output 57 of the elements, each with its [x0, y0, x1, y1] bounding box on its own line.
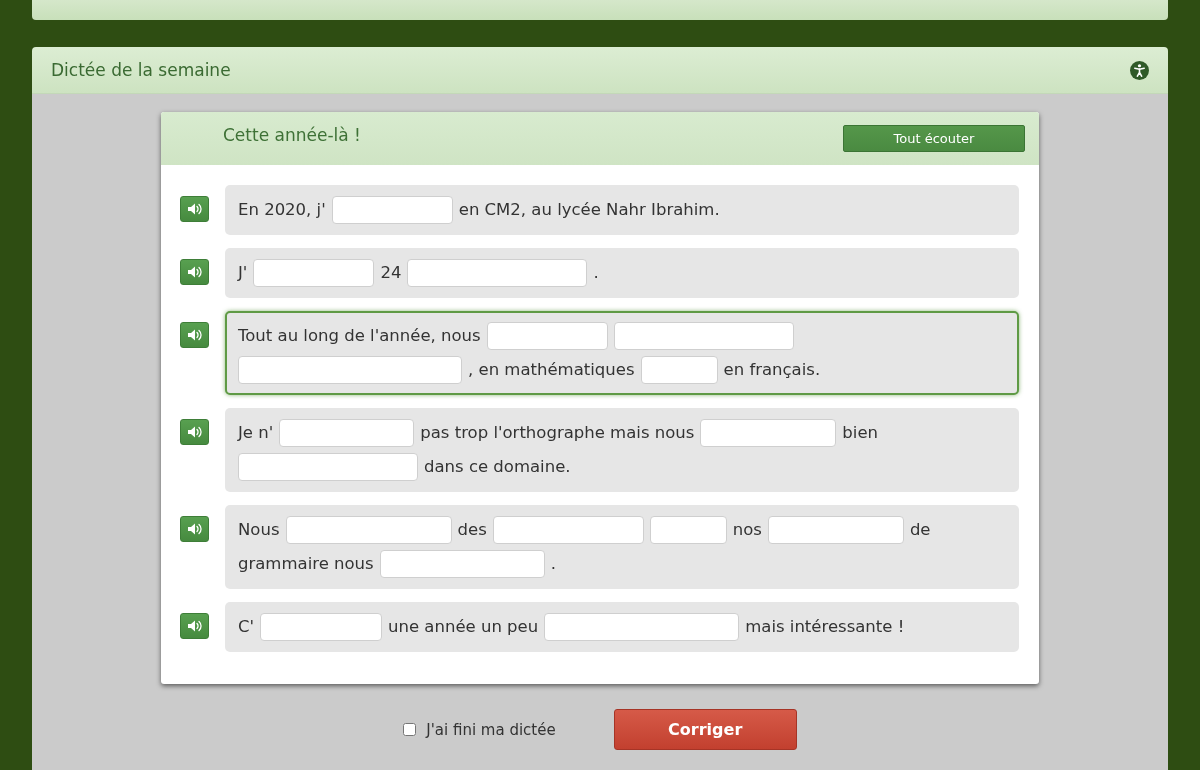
sentence-text: dans ce domaine.	[424, 456, 571, 478]
sentence-text: 24	[380, 262, 402, 284]
sentence-text: J'	[238, 262, 248, 284]
answer-field[interactable]	[640, 356, 718, 384]
answer-field[interactable]	[285, 516, 452, 544]
dictation-title: Cette année-là !	[223, 125, 361, 145]
sentence-text: bien	[842, 422, 878, 444]
answer-field[interactable]	[767, 516, 904, 544]
sentence-text: Je n'	[238, 422, 274, 444]
play-sentence-button[interactable]	[180, 259, 209, 285]
sentence-text: en français.	[723, 359, 821, 381]
accessibility-icon[interactable]	[1130, 60, 1149, 80]
answer-field[interactable]	[492, 516, 644, 544]
play-sentence-button[interactable]	[180, 196, 209, 222]
answer-field[interactable]	[407, 259, 588, 287]
listen-all-button[interactable]: Tout écouter	[843, 125, 1025, 152]
play-sentence-button[interactable]	[180, 613, 209, 639]
speaker-icon	[187, 329, 202, 341]
sentence-text: grammaire nous	[238, 553, 374, 575]
finished-checkbox[interactable]	[403, 723, 417, 736]
sentence-text: Nous	[238, 519, 280, 541]
panel-title: Dictée de la semaine	[51, 60, 231, 80]
answer-field[interactable]	[379, 550, 545, 578]
answer-field[interactable]	[238, 356, 462, 384]
answer-field[interactable]	[649, 516, 727, 544]
correct-button[interactable]: Corriger	[613, 709, 797, 750]
speaker-icon	[187, 203, 202, 215]
sentence-text: des	[457, 519, 487, 541]
sentence-text: .	[550, 553, 556, 575]
answer-field[interactable]	[331, 196, 453, 224]
sentence-text: mais intéressante !	[745, 616, 905, 638]
speaker-icon	[187, 523, 202, 535]
play-sentence-button[interactable]	[180, 419, 209, 445]
speaker-icon	[187, 266, 202, 278]
play-sentence-button[interactable]	[180, 516, 209, 542]
sentence-text: en CM2, au lycée Nahr Ibrahim.	[458, 199, 720, 221]
sentence-text: pas trop l'orthographe mais nous	[420, 422, 695, 444]
sentence-text: En 2020, j'	[238, 199, 326, 221]
sentence-text: Tout au long de l'année, nous	[238, 325, 481, 347]
sentence-text: nos	[732, 519, 762, 541]
speaker-icon	[187, 426, 202, 438]
answer-field[interactable]	[238, 453, 418, 481]
answer-field[interactable]	[253, 259, 375, 287]
sentence-text: une année un peu	[388, 616, 539, 638]
speaker-icon	[187, 620, 202, 632]
answer-field[interactable]	[544, 613, 740, 641]
answer-field[interactable]	[613, 322, 794, 350]
sentence-text: de	[909, 519, 931, 541]
answer-field[interactable]	[700, 419, 837, 447]
play-sentence-button[interactable]	[180, 322, 209, 348]
answer-field[interactable]	[260, 613, 383, 641]
sentence-text: , en mathématiques	[468, 359, 635, 381]
finished-label: J'ai fini ma dictée	[426, 720, 556, 739]
answer-field[interactable]	[486, 322, 608, 350]
sentence-text: .	[593, 262, 599, 284]
answer-field[interactable]	[279, 419, 415, 447]
sentence-text: C'	[238, 616, 255, 638]
